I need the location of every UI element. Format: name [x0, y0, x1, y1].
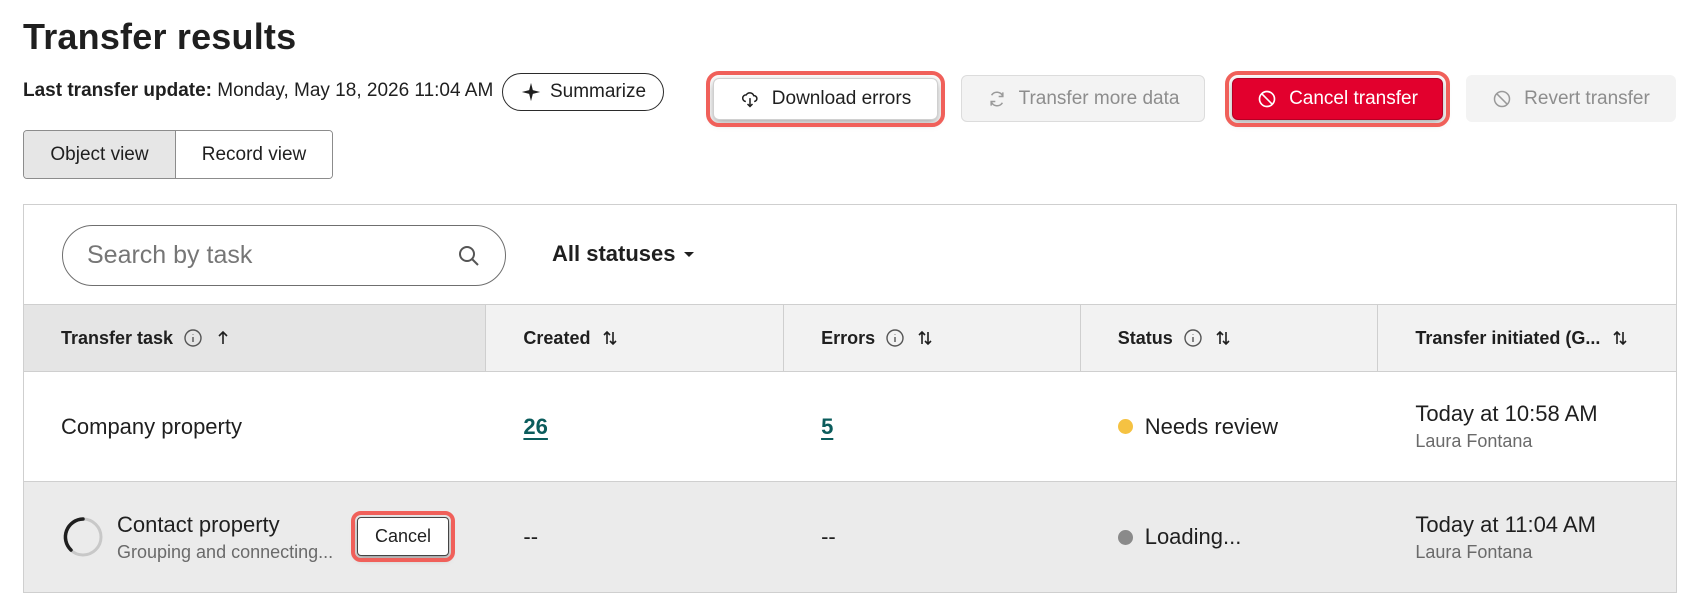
revert-transfer-label: Revert transfer — [1524, 87, 1650, 109]
status-dot-icon — [1117, 529, 1133, 545]
refresh-icon — [989, 91, 1004, 106]
cancel-task-button[interactable]: Cancel — [351, 511, 455, 562]
transfer-results-table-panel: All statuses Transfer task Created Error… — [23, 204, 1677, 593]
column-header-transfer-task[interactable]: Transfer task — [24, 305, 487, 371]
column-label: Transfer initiated (G... — [1415, 327, 1601, 348]
prohibited-icon — [1258, 90, 1276, 108]
initiated-cell: Today at 11:04 AM Laura Fontana — [1378, 482, 1676, 592]
initiated-time: Today at 11:04 AM — [1415, 511, 1596, 537]
info-icon[interactable] — [885, 328, 905, 348]
search-box — [62, 225, 506, 286]
transfer-more-data-label: Transfer more data — [1018, 87, 1180, 109]
errors-cell: 5 — [784, 372, 1081, 481]
download-errors-button[interactable]: Download errors — [706, 71, 945, 127]
download-errors-label: Download errors — [771, 88, 912, 109]
cancel-transfer-button[interactable]: Cancel transfer — [1225, 71, 1450, 127]
object-view-tab[interactable]: Object view — [24, 131, 176, 178]
transfer-more-data-button[interactable]: Transfer more data — [961, 75, 1205, 122]
cloud-download-icon — [741, 92, 758, 108]
sort-icon[interactable] — [915, 328, 935, 348]
status-text: Loading... — [1144, 524, 1242, 549]
revert-transfer-button[interactable]: Revert transfer — [1466, 75, 1676, 122]
table-row: Company property 26 5 Needs review Today… — [24, 372, 1676, 482]
sparkle-icon — [521, 82, 541, 102]
task-cell: Company property — [61, 413, 242, 439]
task-name: Contact property — [117, 511, 280, 537]
created-count-link[interactable]: 26 — [523, 414, 547, 440]
status-filter-label: All statuses — [552, 241, 676, 266]
column-label: Transfer task — [61, 327, 174, 348]
column-header-errors[interactable]: Errors — [784, 305, 1081, 371]
column-label: Created — [523, 327, 591, 348]
errors-count-link[interactable]: 5 — [821, 414, 833, 440]
sort-icon[interactable] — [600, 328, 620, 348]
column-label: Errors — [821, 327, 876, 348]
sort-icon[interactable] — [1213, 328, 1233, 348]
initiated-cell: Today at 10:58 AM Laura Fontana — [1378, 372, 1676, 481]
page-title: Transfer results — [23, 16, 297, 57]
column-header-status[interactable]: Status — [1081, 305, 1379, 371]
column-header-created[interactable]: Created — [486, 305, 785, 371]
caret-down-icon — [683, 252, 694, 257]
errors-cell: -- — [821, 524, 836, 549]
column-header-transfer-initiated[interactable]: Transfer initiated (G... — [1378, 305, 1676, 371]
status-dot-icon — [1117, 419, 1133, 434]
cancel-transfer-label: Cancel transfer — [1289, 88, 1418, 109]
search-input[interactable] — [87, 241, 457, 270]
loading-spinner-icon — [63, 517, 103, 557]
status-cell: Needs review — [1081, 372, 1379, 481]
sort-icon[interactable] — [1610, 328, 1630, 348]
created-cell: -- — [523, 524, 539, 549]
initiated-time: Today at 10:58 AM — [1415, 401, 1598, 426]
record-view-tab[interactable]: Record view — [176, 131, 332, 178]
search-icon[interactable] — [457, 244, 481, 268]
status-cell: Loading... — [1081, 482, 1379, 592]
task-cell: Contact property Grouping and connecting… — [24, 482, 486, 592]
info-icon[interactable] — [183, 328, 203, 348]
initiated-by: Laura Fontana — [1415, 431, 1533, 451]
table-row: Contact property Grouping and connecting… — [24, 482, 1676, 592]
status-text: Needs review — [1144, 413, 1278, 439]
last-transfer-update: Last transfer update: Monday, May 18, 20… — [23, 80, 493, 102]
prohibited-icon — [1493, 90, 1511, 107]
last-update-label: Last transfer update: — [23, 80, 212, 101]
created-cell: 26 — [486, 372, 784, 481]
summarize-button[interactable]: Summarize — [502, 73, 664, 111]
task-progress-text: Grouping and connecting... — [117, 541, 334, 562]
view-toggle: Object view Record view — [23, 130, 333, 179]
summarize-label: Summarize — [549, 81, 647, 102]
column-label: Status — [1117, 327, 1173, 348]
sort-ascending-icon[interactable] — [213, 328, 233, 348]
status-filter-dropdown[interactable]: All statuses — [552, 241, 696, 267]
initiated-by: Laura Fontana — [1415, 541, 1533, 562]
last-update-value: Monday, May 18, 2026 11:04 AM — [217, 80, 494, 101]
info-icon[interactable] — [1183, 328, 1203, 348]
table-header: Transfer task Created Errors Status Tran… — [24, 304, 1676, 372]
